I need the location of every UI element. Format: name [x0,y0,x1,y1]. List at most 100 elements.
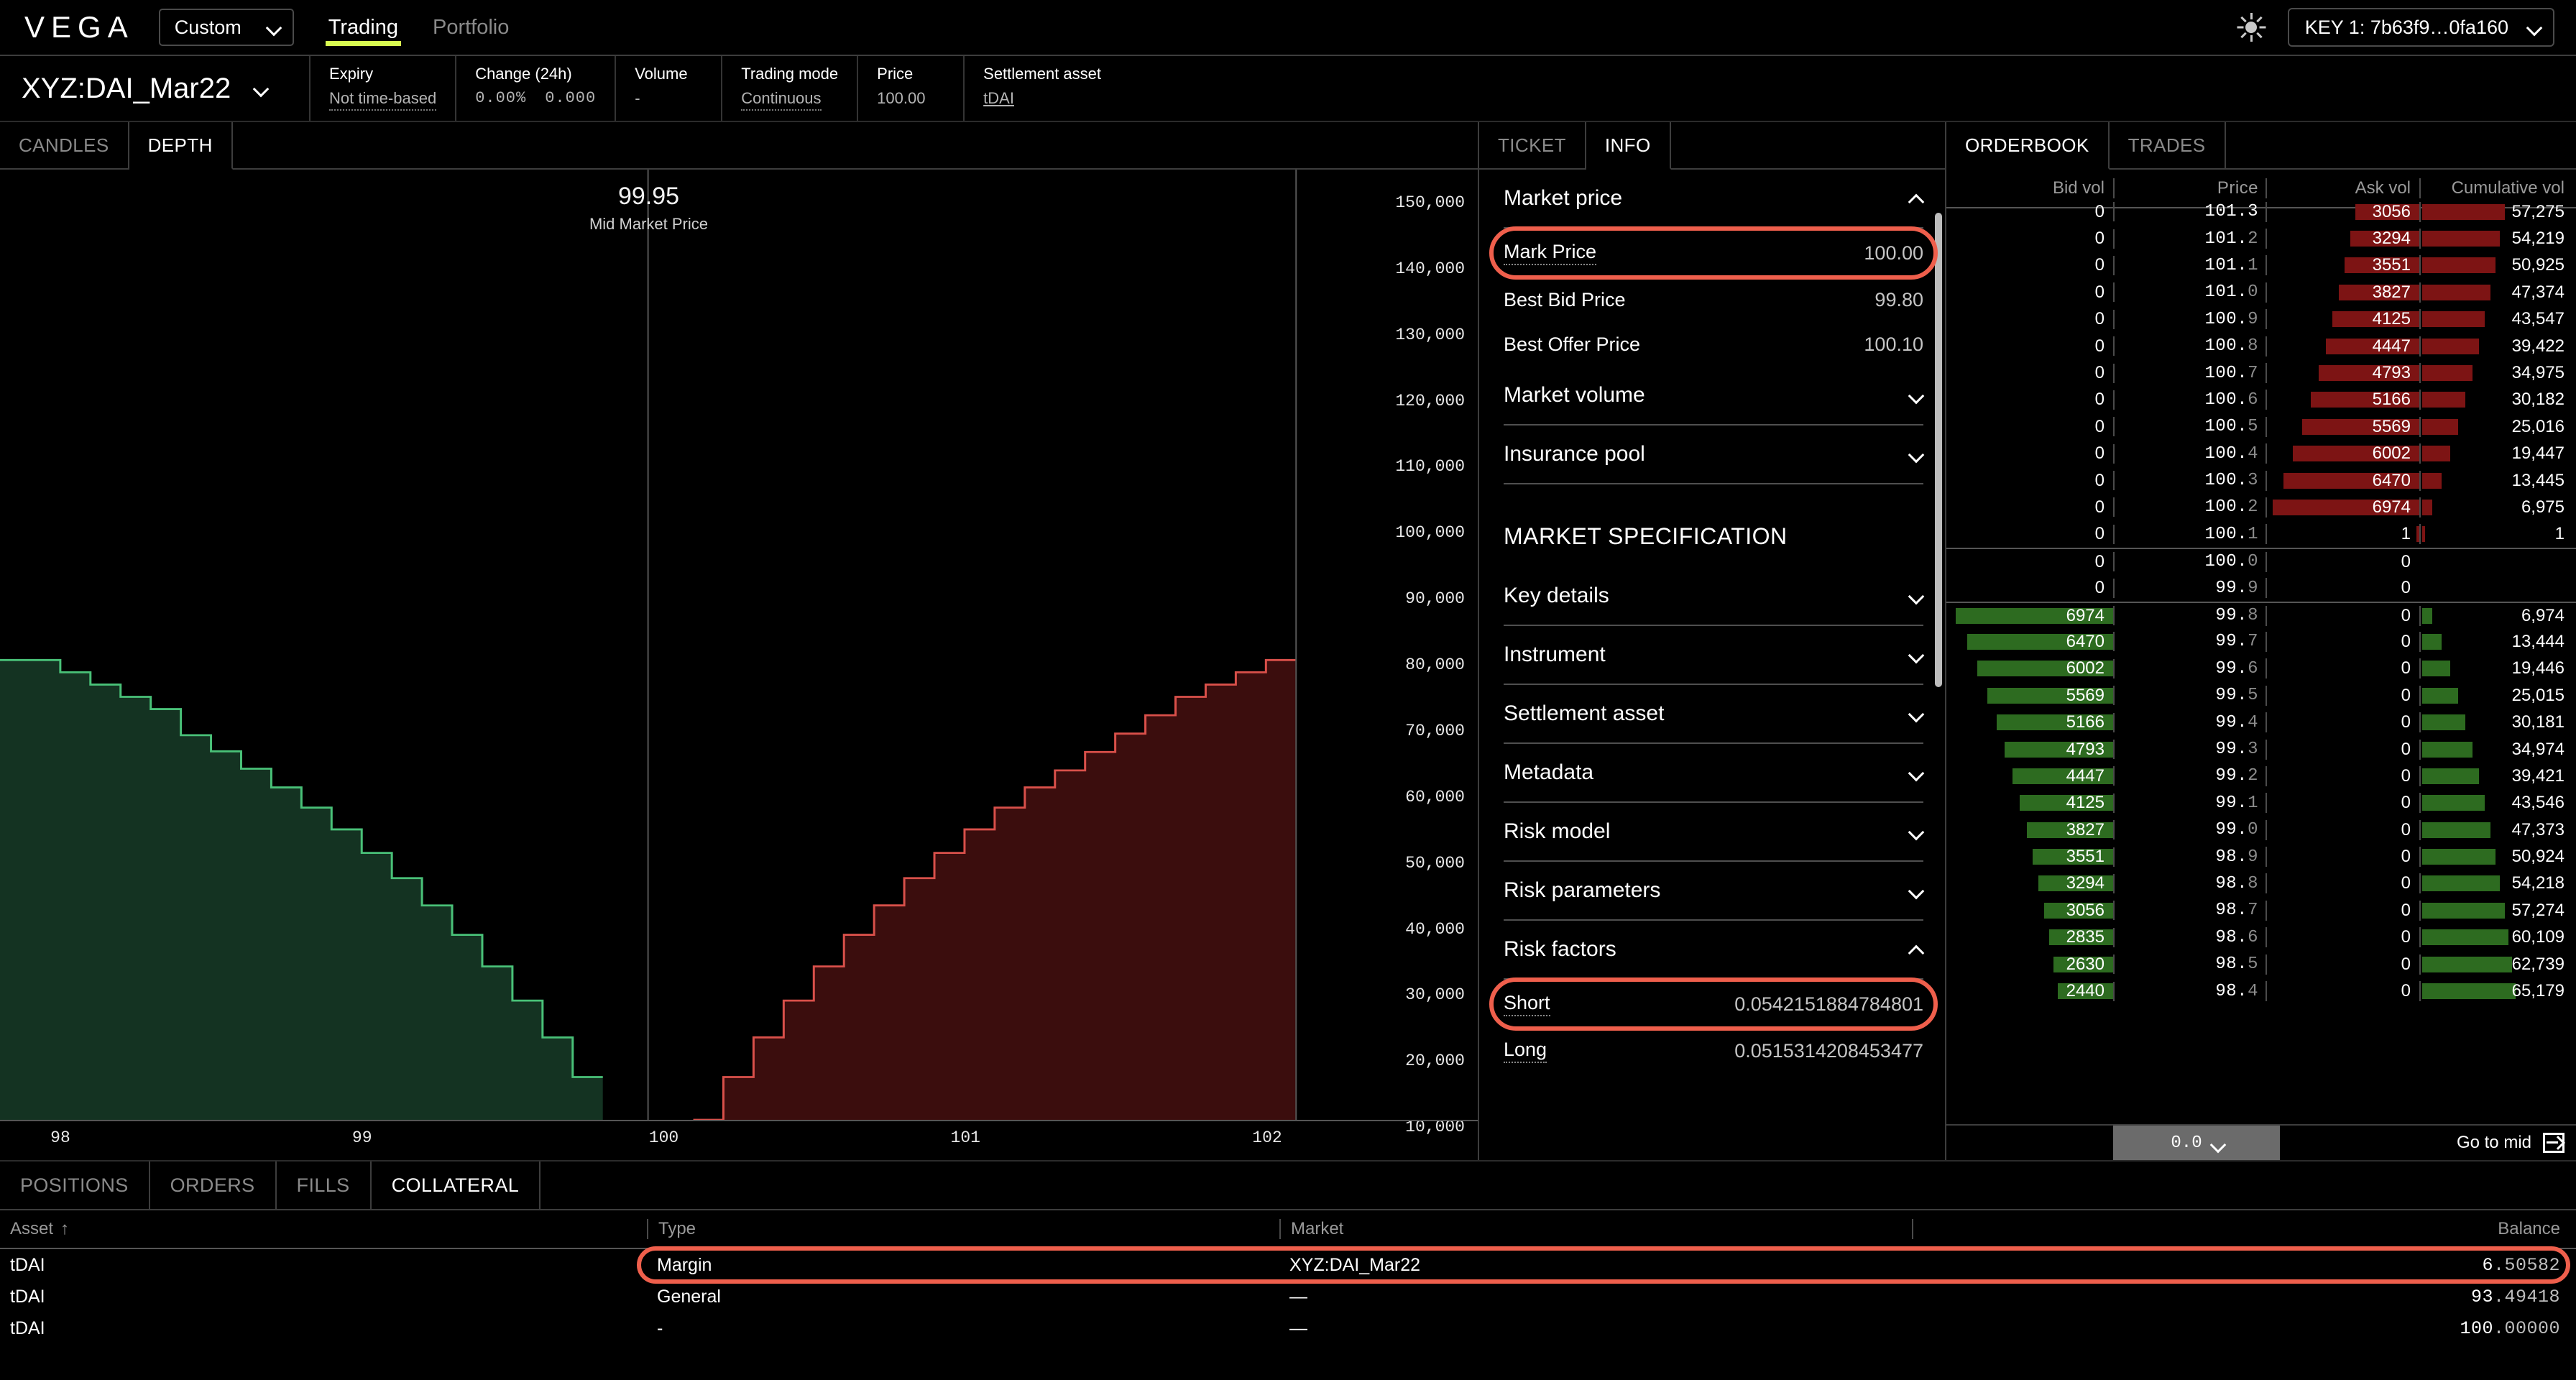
stat-value[interactable]: tDAI [983,89,1101,108]
orderbook-rows[interactable]: 0 101.3 3056 57,275 0 101.2 3294 54,219 0 101.1 35… [1946,198,2576,1124]
table-row[interactable]: tDAI General — 93.49418 [0,1281,2576,1312]
orderbook-row[interactable]: 4793 99.3 0 34,974 [1946,736,2576,763]
orderbook-row[interactable]: 0 101.0 3827 47,374 [1946,279,2576,305]
orderbook-row[interactable]: 0 100.2 6974 6,975 [1946,494,2576,520]
depth-chart[interactable]: 99.95 Mid Market Price 10,000 20,000 30,00… [0,170,1478,1136]
tab-info[interactable]: INFO [1586,122,1671,170]
tab-ticket[interactable]: TICKET [1479,122,1586,168]
orderbook-cell-bid-vol: 2440 [1946,981,2113,1001]
orderbook-cell-bid-vol: 0 [1946,363,2113,383]
y-axis-tick-label: 130,000 [1395,325,1465,344]
tab-orderbook[interactable]: ORDERBOOK [1946,122,2110,170]
orderbook-row[interactable]: 0 101.2 3294 54,219 [1946,225,2576,252]
orderbook-row[interactable]: 5569 99.5 0 25,015 [1946,682,2576,709]
orderbook-row[interactable]: 0 99.9 0 [1946,574,2576,601]
orderbook-row[interactable]: 0 100.1 1 1 [1946,521,2576,548]
orderbook-cell-bid-vol: 0 [1946,229,2113,249]
orderbook-row[interactable]: 4447 99.2 0 39,421 [1946,763,2576,789]
stat-value[interactable]: Continuous [741,89,822,111]
ask-vol-value: 4125 [2372,309,2411,329]
cumulative-volume-bar [2422,284,2490,300]
info-row-long[interactable]: Long 0.0515314208453477 [1504,1029,1923,1073]
orderbook-row[interactable]: 2630 98.5 0 62,739 [1946,951,2576,978]
market-selector[interactable]: XYZ:DAI_Mar22 [0,56,309,121]
orderbook-row[interactable]: 0 100.6 5166 30,182 [1946,387,2576,413]
accordion-settlement-asset[interactable]: Settlement asset [1504,685,1923,744]
tabbar-filler [233,122,1478,168]
cumulative-volume-bar [2422,526,2425,543]
accordion-market-volume[interactable]: Market volume [1504,367,1923,426]
accordion-risk-parameters[interactable]: Risk parameters [1504,862,1923,921]
accordion-metadata[interactable]: Metadata [1504,744,1923,803]
orderbook-row[interactable]: 0 100.3 6470 13,445 [1946,467,2576,494]
bid-vol-value: 3827 [2066,819,2104,840]
price-main: 99. [2215,606,2248,626]
ask-vol-value: 0 [2401,605,2411,625]
cumulative-vol-value: 6,974 [2521,605,2564,625]
sun-icon[interactable] [2236,12,2266,42]
balance-decimal: .00000 [2493,1317,2560,1339]
orderbook-row[interactable]: 3827 99.0 0 47,373 [1946,816,2576,843]
wallet-key-selector[interactable]: KEY 1: 7b63f9…0fa160 [2287,8,2554,47]
price-main: 98. [2215,873,2248,893]
tab-depth[interactable]: DEPTH [129,122,233,170]
info-row-best-bid-price[interactable]: Best Bid Price 99.80 [1504,277,1923,322]
bid-vol-value: 0 [2094,390,2104,410]
accordion-market-price[interactable]: Market price [1504,170,1923,229]
column-header-type[interactable]: Type [647,1219,1279,1239]
tab-candles[interactable]: CANDLES [0,122,129,168]
column-header-market[interactable]: Market [1279,1219,1912,1239]
orderbook-row[interactable]: 0 100.0 0 [1946,548,2576,574]
environment-selector[interactable]: Custom [158,9,294,46]
orderbook-row[interactable]: 2440 98.4 0 65,179 [1946,978,2576,1004]
orderbook-row[interactable]: 0 100.7 4793 34,975 [1946,359,2576,386]
tab-orders[interactable]: ORDERS [150,1162,277,1209]
price-decimal-dim: 1 [2248,524,2258,544]
accordion-risk-factors[interactable]: Risk factors [1504,921,1923,980]
orderbook-row[interactable]: 0 101.3 3056 57,275 [1946,198,2576,225]
tab-fills[interactable]: FILLS [277,1162,372,1209]
stat-value[interactable]: Not time-based [329,89,437,111]
orderbook-resolution-selector[interactable]: 0.0 [2113,1126,2280,1160]
orderbook-row[interactable]: 6470 99.7 0 13,444 [1946,628,2576,655]
go-to-mid-button[interactable]: Go to mid [2457,1133,2576,1153]
orderbook-row[interactable]: 4125 99.1 0 43,546 [1946,790,2576,816]
info-row-short[interactable]: Short 0.0542151884784801 [1489,978,1938,1031]
info-row-best-offer-price[interactable]: Best Offer Price 100.10 [1504,322,1923,367]
info-scrollbar[interactable] [1935,213,1942,687]
accordion-insurance-pool[interactable]: Insurance pool [1504,426,1923,484]
info-row-mark-price[interactable]: Mark Price 100.00 [1489,226,1938,280]
orderbook-row[interactable]: 0 101.1 3551 50,925 [1946,252,2576,279]
orderbook-row[interactable]: 2835 98.6 0 60,109 [1946,924,2576,951]
chevron-down-icon [2527,20,2542,34]
tab-collateral[interactable]: COLLATERAL [372,1162,541,1209]
accordion-risk-model[interactable]: Risk model [1504,803,1923,862]
chart-tabbar: CANDLES DEPTH [0,122,1478,170]
orderbook-row[interactable]: 0 100.4 6002 19,447 [1946,441,2576,467]
orderbook-cell-price: 100.8 [2113,336,2266,356]
price-decimal-dim: 4 [2248,981,2258,1001]
column-header-balance[interactable]: Balance [1912,1219,2576,1239]
orderbook-row[interactable]: 3551 98.9 0 50,924 [1946,843,2576,870]
orderbook-row[interactable]: 3056 98.7 0 57,274 [1946,897,2576,924]
accordion-key-details[interactable]: Key details [1504,567,1923,626]
orderbook-cell-price: 100.3 [2113,471,2266,491]
nav-link-portfolio[interactable]: Portfolio [430,0,512,55]
cumulative-volume-bar [2422,741,2472,758]
tab-positions[interactable]: POSITIONS [0,1162,150,1209]
orderbook-row[interactable]: 6974 99.8 0 6,974 [1946,601,2576,628]
chevron-down-icon [254,81,268,96]
orderbook-row[interactable]: 0 100.9 4125 43,547 [1946,306,2576,333]
orderbook-row[interactable]: 3294 98.8 0 54,218 [1946,870,2576,897]
accordion-instrument[interactable]: Instrument [1504,626,1923,685]
column-header-asset[interactable]: Asset ↑ [0,1219,647,1239]
nav-link-trading[interactable]: Trading [325,0,402,55]
balance-decimal: .50582 [2493,1254,2560,1276]
table-row[interactable]: tDAI Margin XYZ:DAI_Mar22 6.50582 [0,1246,2576,1284]
table-row[interactable]: tDAI - — 100.00000 [0,1312,2576,1344]
orderbook-row[interactable]: 5166 99.4 0 30,181 [1946,709,2576,735]
orderbook-row[interactable]: 0 100.5 5569 25,016 [1946,413,2576,440]
orderbook-row[interactable]: 6002 99.6 0 19,446 [1946,656,2576,682]
orderbook-row[interactable]: 0 100.8 4447 39,422 [1946,333,2576,359]
tab-trades[interactable]: TRADES [2110,122,2226,168]
